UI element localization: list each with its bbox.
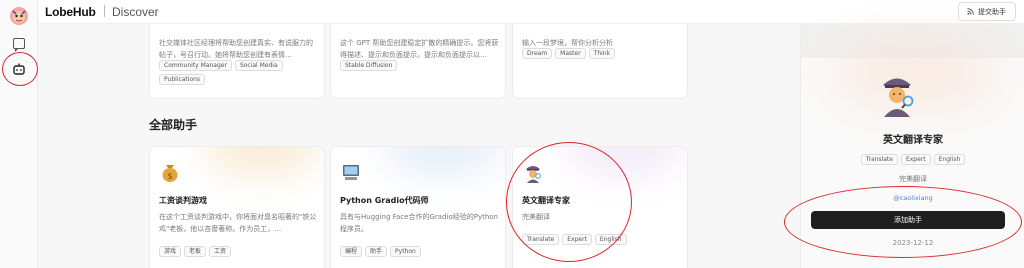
left-rail [0, 0, 38, 268]
tag[interactable]: Dream [522, 48, 553, 59]
assistant-card[interactable]: 这个 GPT 帮助您创建稳定扩散的精确提示。您将获得描述、提示和负面提示。提示和… [330, 24, 506, 99]
panel-tags: Translate Expert English [801, 154, 1024, 165]
tag[interactable]: English [933, 154, 966, 165]
tag[interactable]: Master [555, 48, 586, 59]
assistant-card[interactable]: 社交媒体社区经理将帮助您创建真实、有说服力的帖子，号召行动。她将帮助您创建有表情… [149, 24, 325, 99]
card-tags: 编程 助手 Python [340, 246, 505, 257]
card-description: 在这个工资谈判游戏中，你将面对臭名昭著的"铁公鸡"老板，他以吝啬著称。作为员工，… [159, 213, 317, 233]
card-tags: Dream Master Think [522, 48, 687, 59]
section-title-all: 全部助手 [149, 118, 198, 132]
robot-icon[interactable] [12, 62, 26, 76]
money-bag-icon: $ [162, 165, 178, 182]
svg-text:$: $ [167, 172, 172, 181]
tag[interactable]: Translate [522, 234, 560, 245]
computer-icon [343, 165, 359, 180]
assistant-card[interactable]: Python Gradio代码师 具有与Hugging Face合作的Gradi… [330, 146, 506, 268]
card-description: 社交媒体社区经理将帮助您创建真实、有说服力的帖子，号召行动。她将帮助您创建有表情… [159, 39, 313, 59]
submit-assistant-label: 提交助手 [978, 7, 1006, 16]
page-title: Discover [112, 5, 159, 19]
card-tags: Community Manager Social Media Publicati… [159, 60, 324, 85]
tag[interactable]: 工资 [209, 246, 232, 257]
tag[interactable]: Publications [159, 74, 206, 85]
tag[interactable]: Think [588, 48, 616, 59]
assistant-detail-panel: 英文翻译专家 Translate Expert English 完美翻译 @ca… [800, 24, 1024, 268]
tag[interactable]: Python [390, 246, 421, 257]
tag[interactable]: 编程 [340, 246, 363, 257]
author-link[interactable]: @caolixiang [801, 194, 1024, 202]
tag[interactable]: 老板 [184, 246, 207, 257]
panel-title: 英文翻译专家 [883, 135, 943, 146]
brand-name[interactable]: LobeHub [45, 5, 96, 19]
rss-icon [967, 8, 974, 15]
card-description: 这个 GPT 帮助您创建稳定扩散的精确提示。您将获得描述、提示和负面提示。提示和… [340, 39, 499, 59]
card-tags: Stable Diffusion [340, 60, 505, 71]
assistant-card[interactable]: 输入一段梦境，帮你分析分析 Dream Master Think [512, 24, 688, 99]
card-description: 完美翻译 [522, 213, 550, 221]
card-tags: Translate Expert English [522, 234, 687, 245]
card-title: 工资谈判游戏 [159, 196, 207, 205]
card-title: 英文翻译专家 [522, 196, 570, 205]
tag[interactable]: 游戏 [159, 246, 182, 257]
top-header: LobeHub Discover 提交助手 [38, 0, 1024, 24]
tag[interactable]: 助手 [365, 246, 388, 257]
add-assistant-button[interactable]: 添加助手 [811, 211, 1005, 229]
logo-icon[interactable] [9, 6, 29, 26]
chat-icon[interactable] [13, 38, 25, 52]
discover-main: 社交媒体社区经理将帮助您创建真实、有说服力的帖子，号召行动。她将帮助您创建有表情… [38, 24, 800, 268]
tag[interactable]: Expert [900, 154, 931, 165]
card-title: Python Gradio代码师 [340, 196, 429, 205]
tag[interactable]: Community Manager [159, 60, 232, 71]
assistant-card-selected[interactable]: 英文翻译专家 完美翻译 Translate Expert English [512, 146, 688, 268]
assistant-card[interactable]: $ 工资谈判游戏 在这个工资谈判游戏中，你将面对臭名昭著的"铁公鸡"老板，他以吝… [149, 146, 325, 268]
tag[interactable]: Social Media [234, 60, 283, 71]
detective-icon [883, 78, 914, 117]
tag[interactable]: Expert [562, 234, 592, 245]
tag[interactable]: Translate [860, 154, 898, 165]
submit-assistant-button[interactable]: 提交助手 [958, 2, 1016, 21]
detective-icon [526, 166, 541, 183]
created-date: 2023-12-12 [892, 239, 934, 247]
tag[interactable]: Stable Diffusion [340, 60, 398, 71]
breadcrumb-divider [104, 5, 105, 17]
tag[interactable]: English [594, 234, 627, 245]
panel-description: 完美翻译 [899, 175, 927, 183]
card-tags: 游戏 老板 工资 [159, 246, 324, 257]
card-description: 具有与Hugging Face合作的Gradio经验的Python程序员。 [340, 213, 498, 233]
